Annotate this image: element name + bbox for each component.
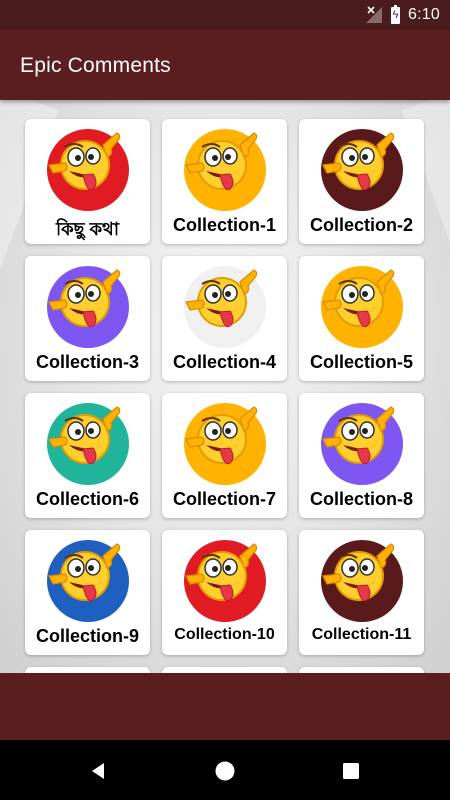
- collection-card[interactable]: Collection-6: [25, 393, 150, 518]
- collection-label: Collection-5: [309, 352, 413, 372]
- collection-label: Collection-10: [174, 626, 275, 643]
- navigation-bar: [0, 740, 450, 800]
- collection-label: Collection-4: [172, 352, 276, 372]
- collection-grid[interactable]: কিছু কথা Collection-1 Collection-2 Colle…: [0, 100, 450, 673]
- collection-card[interactable]: Collection-1: [162, 119, 287, 244]
- collection-label: Collection-2: [309, 215, 413, 235]
- collection-card[interactable]: Collection-9: [25, 530, 150, 655]
- collection-card[interactable]: Collection-3: [25, 256, 150, 381]
- battery-charging-icon: ϟ: [391, 4, 401, 24]
- home-icon[interactable]: [212, 758, 238, 784]
- collection-card[interactable]: কিছু কথা: [25, 119, 150, 244]
- collection-label: কিছু কথা: [55, 219, 120, 239]
- collection-label: Collection-1: [172, 215, 276, 235]
- status-time: 6:10: [408, 6, 440, 23]
- recents-icon[interactable]: [338, 758, 364, 784]
- collection-card[interactable]: Collection-5: [299, 256, 424, 381]
- bottom-ad-area: [0, 673, 450, 740]
- back-icon[interactable]: [86, 758, 112, 784]
- collection-card[interactable]: Collection-11: [299, 530, 424, 655]
- app-bar: Epic Comments: [0, 30, 450, 100]
- collection-card[interactable]: Collection-10: [162, 530, 287, 655]
- collection-label: Collection-7: [172, 489, 276, 509]
- collection-label: Collection-11: [311, 626, 412, 643]
- collection-label: Collection-6: [35, 489, 139, 509]
- collection-card[interactable]: Collection-2: [299, 119, 424, 244]
- app-title: Epic Comments: [20, 54, 171, 77]
- collection-label: Collection-8: [309, 489, 413, 509]
- status-icons: ϟ 6:10: [365, 4, 440, 25]
- no-signal-icon: [365, 6, 383, 24]
- status-bar: ϟ 6:10: [0, 0, 450, 30]
- collection-label: Collection-3: [35, 352, 139, 372]
- collection-label: Collection-9: [35, 626, 139, 646]
- collection-card[interactable]: Collection-8: [299, 393, 424, 518]
- collection-card[interactable]: Collection-4: [162, 256, 287, 381]
- collection-card[interactable]: Collection-7: [162, 393, 287, 518]
